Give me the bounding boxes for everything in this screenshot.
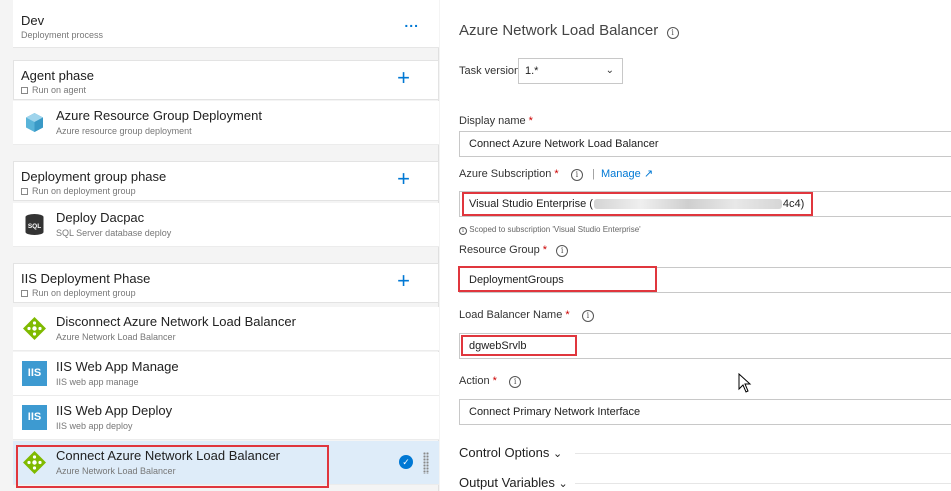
agent-icon bbox=[21, 87, 28, 94]
resource-group-select[interactable]: DeploymentGroups bbox=[459, 267, 951, 293]
task-subtitle: IIS web app deploy bbox=[56, 421, 133, 431]
more-actions-icon[interactable]: ... bbox=[404, 14, 419, 30]
panel-title: Azure Network Load Balancer i bbox=[459, 22, 679, 39]
display-name-label: Display name * bbox=[459, 115, 533, 127]
load-balancer-name-label: Load Balancer Name * i bbox=[459, 309, 594, 322]
iis-icon: IIS bbox=[22, 405, 47, 430]
task-deploy-dacpac[interactable]: SQL Deploy Dacpac SQL Server database de… bbox=[13, 203, 439, 247]
task-subtitle: IIS web app manage bbox=[56, 377, 139, 387]
task-subtitle: Azure resource group deployment bbox=[56, 126, 192, 136]
release-editor: Dev Deployment process ... Agent phase R… bbox=[0, 0, 951, 491]
task-title: Disconnect Azure Network Load Balancer bbox=[56, 314, 296, 329]
svg-text:SQL: SQL bbox=[28, 223, 41, 230]
load-balancer-icon bbox=[23, 317, 46, 340]
task-title: IIS Web App Deploy bbox=[56, 403, 173, 418]
chevron-down-icon: ⌄ bbox=[558, 478, 568, 490]
task-subtitle: SQL Server database deploy bbox=[56, 228, 172, 238]
azure-cube-icon bbox=[26, 113, 43, 132]
info-icon[interactable]: i bbox=[556, 245, 569, 257]
task-version-select[interactable]: 1.* ⌄ bbox=[518, 58, 623, 84]
task-subtitle: Azure Network Load Balancer bbox=[56, 466, 176, 476]
output-variables-section[interactable]: Output Variables ⌄ bbox=[459, 475, 568, 490]
action-select[interactable]: Connect Primary Network Interface bbox=[459, 399, 951, 425]
task-iis-web-app-deploy[interactable]: IIS IIS Web App Deploy IIS web app deplo… bbox=[13, 396, 439, 440]
iis-icon: IIS bbox=[22, 361, 47, 386]
load-balancer-name-select[interactable]: dgwebSrvlb bbox=[459, 333, 951, 359]
sql-database-icon: SQL bbox=[25, 214, 44, 235]
deployment-group-icon bbox=[21, 290, 28, 297]
deployment-group-icon bbox=[21, 188, 28, 195]
external-link-icon[interactable]: ↗ bbox=[644, 168, 653, 180]
redacted-id bbox=[593, 199, 782, 210]
task-connect-load-balancer[interactable]: Connect Azure Network Load Balancer Azur… bbox=[13, 441, 439, 485]
phase-title: IIS Deployment Phase bbox=[21, 271, 151, 286]
enabled-check-icon[interactable]: ✓ bbox=[399, 455, 413, 469]
phase-deployment-group[interactable]: Deployment group phase Run on deployment… bbox=[13, 161, 439, 201]
info-icon[interactable]: i bbox=[666, 27, 679, 39]
subscription-select[interactable]: Visual Studio Enterprise (4c4) bbox=[459, 191, 951, 217]
task-title: IIS Web App Manage bbox=[56, 359, 179, 374]
add-task-icon[interactable]: + bbox=[397, 67, 410, 89]
scope-note: i Scoped to subscription 'Visual Studio … bbox=[459, 225, 641, 235]
task-title: Azure Resource Group Deployment bbox=[56, 108, 262, 123]
phase-subtitle: Run on agent bbox=[21, 85, 86, 95]
chevron-down-icon: ⌄ bbox=[605, 65, 614, 76]
resource-group-label: Resource Group * i bbox=[459, 244, 569, 257]
task-iis-web-app-manage[interactable]: IIS IIS Web App Manage IIS web app manag… bbox=[13, 352, 439, 396]
stage-name: Dev bbox=[21, 13, 45, 28]
stage-header[interactable]: Dev Deployment process ... bbox=[13, 0, 439, 48]
phase-agent[interactable]: Agent phase Run on agent + bbox=[13, 60, 439, 100]
action-label: Action * i bbox=[459, 375, 522, 388]
info-icon[interactable]: i bbox=[570, 169, 583, 181]
divider bbox=[575, 453, 951, 454]
phase-title: Deployment group phase bbox=[21, 169, 167, 184]
mouse-cursor-icon bbox=[738, 373, 752, 393]
drag-handle-icon[interactable] bbox=[423, 452, 429, 474]
phase-subtitle: Run on deployment group bbox=[21, 288, 136, 298]
task-azure-resource-group-deployment[interactable]: Azure Resource Group Deployment Azure re… bbox=[13, 101, 439, 145]
load-balancer-icon bbox=[23, 451, 46, 474]
tasks-panel: Dev Deployment process ... Agent phase R… bbox=[0, 0, 439, 491]
task-settings-panel: Azure Network Load Balancer i Task versi… bbox=[440, 0, 951, 491]
display-name-input[interactable]: Connect Azure Network Load Balancer bbox=[459, 131, 951, 157]
add-task-icon[interactable]: + bbox=[397, 270, 410, 292]
info-icon: i bbox=[459, 227, 467, 235]
subscription-label: Azure Subscription * i | Manage ↗ bbox=[459, 168, 654, 181]
task-title: Connect Azure Network Load Balancer bbox=[56, 448, 281, 463]
task-version-label: Task version bbox=[459, 65, 521, 77]
phase-title: Agent phase bbox=[21, 68, 95, 83]
task-title: Deploy Dacpac bbox=[56, 210, 145, 225]
stage-subtitle: Deployment process bbox=[21, 30, 104, 40]
task-subtitle: Azure Network Load Balancer bbox=[56, 332, 176, 342]
control-options-section[interactable]: Control Options ⌄ bbox=[459, 445, 562, 460]
divider bbox=[575, 483, 951, 484]
manage-link[interactable]: Manage bbox=[601, 168, 641, 180]
add-task-icon[interactable]: + bbox=[397, 168, 410, 190]
task-disconnect-load-balancer[interactable]: Disconnect Azure Network Load Balancer A… bbox=[13, 307, 439, 351]
chevron-down-icon: ⌄ bbox=[552, 448, 563, 460]
info-icon[interactable]: i bbox=[581, 310, 594, 322]
info-icon[interactable]: i bbox=[509, 376, 522, 388]
phase-subtitle: Run on deployment group bbox=[21, 186, 136, 196]
phase-iis-deployment[interactable]: IIS Deployment Phase Run on deployment g… bbox=[13, 263, 439, 303]
